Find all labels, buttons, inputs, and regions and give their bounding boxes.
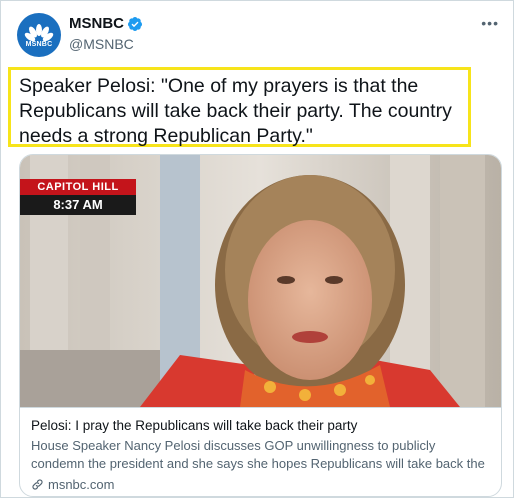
tweet-card: MSNBC MSNBC @MSNBC ••• Speaker Pelosi: "…	[0, 0, 514, 498]
card-description: House Speaker Nancy Pelosi discusses GOP…	[31, 438, 485, 471]
card-title[interactable]: Pelosi: I pray the Republicans will take…	[31, 418, 490, 433]
tweet-text: Speaker Pelosi: "One of my prayers is th…	[19, 75, 452, 147]
card-meta: Pelosi: I pray the Republicans will take…	[20, 407, 501, 492]
chyron-location: CAPITOL HILL	[20, 179, 136, 195]
verified-badge-icon	[127, 16, 142, 31]
handle[interactable]: @MSNBC	[69, 36, 134, 52]
card-domain[interactable]: msnbc.com	[31, 477, 490, 492]
more-options-icon[interactable]: •••	[481, 15, 499, 31]
card-domain-text: msnbc.com	[48, 477, 115, 492]
tweet-text-highlight: Speaker Pelosi: "One of my prayers is th…	[8, 67, 471, 147]
avatar-wordmark: MSNBC	[25, 40, 53, 48]
peacock-logo-icon	[24, 23, 54, 41]
link-icon	[32, 479, 43, 490]
avatar[interactable]: MSNBC	[17, 13, 61, 57]
display-name[interactable]: MSNBC	[69, 15, 124, 32]
chyron: CAPITOL HILL 8:37 AM	[20, 179, 136, 215]
chyron-time: 8:37 AM	[20, 195, 136, 215]
link-preview-card[interactable]: CAPITOL HILL 8:37 AM Pelosi: I pray the …	[19, 154, 502, 497]
name-row: MSNBC	[69, 15, 143, 32]
